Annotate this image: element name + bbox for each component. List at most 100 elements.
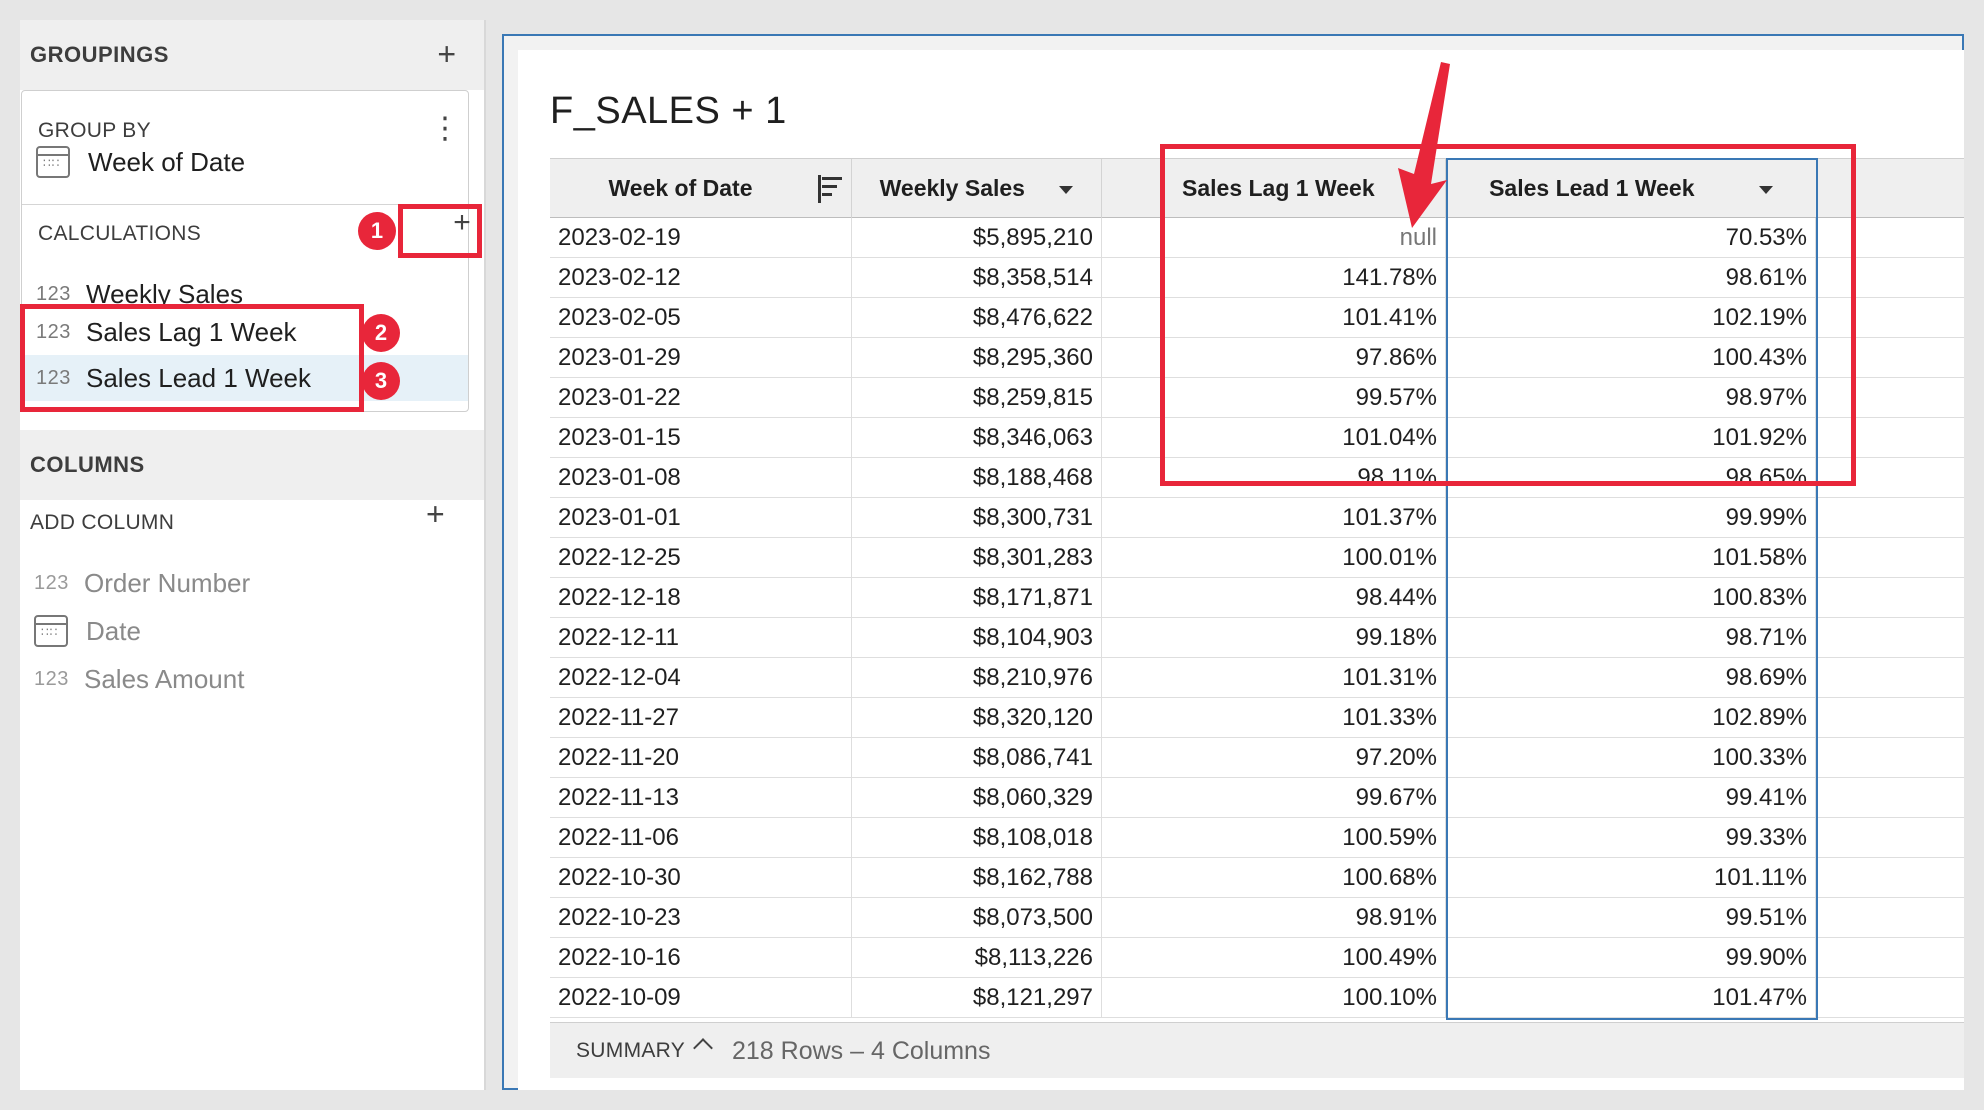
cell-week-of-date[interactable]: 2022-11-27: [550, 698, 852, 738]
cell-sales-lead[interactable]: 101.47%: [1446, 978, 1816, 1018]
number-type-icon: 123: [34, 571, 69, 594]
panel-splitter[interactable]: [484, 20, 486, 1090]
table-row[interactable]: 2022-12-11 $8,104,903 99.18% 98.71%: [550, 618, 1964, 658]
cell-weekly-sales[interactable]: $8,476,622: [852, 298, 1102, 338]
cell-weekly-sales[interactable]: $8,104,903: [852, 618, 1102, 658]
table-row[interactable]: 2022-10-23 $8,073,500 98.91% 99.51%: [550, 898, 1964, 938]
cell-weekly-sales[interactable]: $8,300,731: [852, 498, 1102, 538]
cell-sales-lag[interactable]: 100.10%: [1102, 978, 1446, 1018]
cell-week-of-date[interactable]: 2022-10-23: [550, 898, 852, 938]
column-header-week-of-date[interactable]: Week of Date: [550, 159, 852, 219]
cell-weekly-sales[interactable]: $8,171,871: [852, 578, 1102, 618]
cell-sales-lead[interactable]: 100.33%: [1446, 738, 1816, 778]
cell-week-of-date[interactable]: 2022-10-30: [550, 858, 852, 898]
cell-week-of-date[interactable]: 2023-01-08: [550, 458, 852, 498]
column-label: Order Number: [84, 567, 251, 598]
cell-weekly-sales[interactable]: $5,895,210: [852, 218, 1102, 258]
column-item-order-number[interactable]: 123 Order Number: [34, 560, 250, 606]
cell-sales-lag[interactable]: 101.37%: [1102, 498, 1446, 538]
cell-sales-lag[interactable]: 98.44%: [1102, 578, 1446, 618]
number-type-icon: 123: [34, 667, 69, 690]
add-column-button[interactable]: +: [426, 494, 445, 534]
cell-weekly-sales[interactable]: $8,108,018: [852, 818, 1102, 858]
cell-week-of-date[interactable]: 2022-11-20: [550, 738, 852, 778]
sort-icon[interactable]: [818, 175, 842, 203]
column-item-sales-amount[interactable]: 123 Sales Amount: [34, 656, 244, 702]
summary-label[interactable]: SUMMARY: [576, 1023, 685, 1079]
table-row[interactable]: 2022-11-13 $8,060,329 99.67% 99.41%: [550, 778, 1964, 818]
table-row[interactable]: 2022-12-25 $8,301,283 100.01% 101.58%: [550, 538, 1964, 578]
cell-sales-lead[interactable]: 99.41%: [1446, 778, 1816, 818]
cell-sales-lag[interactable]: 99.67%: [1102, 778, 1446, 818]
cell-week-of-date[interactable]: 2023-02-19: [550, 218, 852, 258]
group-by-item[interactable]: Week of Date: [36, 139, 245, 185]
cell-week-of-date[interactable]: 2023-02-12: [550, 258, 852, 298]
cell-week-of-date[interactable]: 2023-01-29: [550, 338, 852, 378]
groupings-add-button[interactable]: +: [437, 20, 456, 88]
table-row[interactable]: 2022-12-18 $8,171,871 98.44% 100.83%: [550, 578, 1964, 618]
cell-sales-lag[interactable]: 100.49%: [1102, 938, 1446, 978]
cell-week-of-date[interactable]: 2023-01-15: [550, 418, 852, 458]
cell-week-of-date[interactable]: 2022-10-16: [550, 938, 852, 978]
cell-sales-lag[interactable]: 101.33%: [1102, 698, 1446, 738]
annotation-box-new-calculations: [20, 304, 364, 412]
table-row[interactable]: 2022-12-04 $8,210,976 101.31% 98.69%: [550, 658, 1964, 698]
cell-weekly-sales[interactable]: $8,113,226: [852, 938, 1102, 978]
cell-week-of-date[interactable]: 2022-10-09: [550, 978, 852, 1018]
cell-sales-lead[interactable]: 98.71%: [1446, 618, 1816, 658]
cell-weekly-sales[interactable]: $8,210,976: [852, 658, 1102, 698]
cell-weekly-sales[interactable]: $8,121,297: [852, 978, 1102, 1018]
table-row[interactable]: 2022-10-09 $8,121,297 100.10% 101.47%: [550, 978, 1964, 1018]
cell-weekly-sales[interactable]: $8,320,120: [852, 698, 1102, 738]
groupings-title: GROUPINGS: [30, 42, 169, 67]
table-row[interactable]: 2022-11-27 $8,320,120 101.33% 102.89%: [550, 698, 1964, 738]
cell-weekly-sales[interactable]: $8,188,468: [852, 458, 1102, 498]
column-header-weekly-sales[interactable]: Weekly Sales: [852, 159, 1102, 219]
cell-week-of-date[interactable]: 2023-01-01: [550, 498, 852, 538]
cell-sales-lead[interactable]: 99.33%: [1446, 818, 1816, 858]
cell-weekly-sales[interactable]: $8,295,360: [852, 338, 1102, 378]
cell-weekly-sales[interactable]: $8,162,788: [852, 858, 1102, 898]
cell-sales-lead[interactable]: 99.99%: [1446, 498, 1816, 538]
cell-week-of-date[interactable]: 2023-02-05: [550, 298, 852, 338]
cell-week-of-date[interactable]: 2022-12-18: [550, 578, 852, 618]
chevron-up-icon[interactable]: [693, 1038, 713, 1058]
table-row[interactable]: 2022-10-30 $8,162,788 100.68% 101.11%: [550, 858, 1964, 898]
cell-week-of-date[interactable]: 2022-11-06: [550, 818, 852, 858]
cell-weekly-sales[interactable]: $8,259,815: [852, 378, 1102, 418]
cell-weekly-sales[interactable]: $8,301,283: [852, 538, 1102, 578]
cell-sales-lead[interactable]: 100.83%: [1446, 578, 1816, 618]
columns-title: COLUMNS: [30, 452, 145, 477]
cell-weekly-sales[interactable]: $8,358,514: [852, 258, 1102, 298]
cell-sales-lead[interactable]: 98.69%: [1446, 658, 1816, 698]
cell-sales-lead[interactable]: 101.58%: [1446, 538, 1816, 578]
cell-week-of-date[interactable]: 2022-11-13: [550, 778, 852, 818]
cell-sales-lag[interactable]: 98.91%: [1102, 898, 1446, 938]
table-row[interactable]: 2022-11-06 $8,108,018 100.59% 99.33%: [550, 818, 1964, 858]
annotation-box-lag-lead-columns: [1160, 144, 1856, 486]
cell-week-of-date[interactable]: 2023-01-22: [550, 378, 852, 418]
cell-weekly-sales[interactable]: $8,060,329: [852, 778, 1102, 818]
cell-week-of-date[interactable]: 2022-12-25: [550, 538, 852, 578]
table-row[interactable]: 2022-11-20 $8,086,741 97.20% 100.33%: [550, 738, 1964, 778]
cell-sales-lag[interactable]: 100.01%: [1102, 538, 1446, 578]
cell-sales-lead[interactable]: 99.90%: [1446, 938, 1816, 978]
table-row[interactable]: 2023-01-01 $8,300,731 101.37% 99.99%: [550, 498, 1964, 538]
cell-sales-lead[interactable]: 102.89%: [1446, 698, 1816, 738]
cell-weekly-sales[interactable]: $8,346,063: [852, 418, 1102, 458]
cell-week-of-date[interactable]: 2022-12-04: [550, 658, 852, 698]
cell-week-of-date[interactable]: 2022-12-11: [550, 618, 852, 658]
cell-sales-lag[interactable]: 100.68%: [1102, 858, 1446, 898]
table-row[interactable]: 2022-10-16 $8,113,226 100.49% 99.90%: [550, 938, 1964, 978]
cell-weekly-sales[interactable]: $8,086,741: [852, 738, 1102, 778]
cell-weekly-sales[interactable]: $8,073,500: [852, 898, 1102, 938]
group-menu-icon[interactable]: ⋮: [430, 109, 460, 149]
cell-sales-lag[interactable]: 101.31%: [1102, 658, 1446, 698]
cell-sales-lag[interactable]: 97.20%: [1102, 738, 1446, 778]
column-item-date[interactable]: Date: [34, 608, 141, 654]
cell-sales-lead[interactable]: 99.51%: [1446, 898, 1816, 938]
cell-sales-lead[interactable]: 101.11%: [1446, 858, 1816, 898]
chevron-down-icon[interactable]: [1059, 185, 1074, 194]
cell-sales-lag[interactable]: 99.18%: [1102, 618, 1446, 658]
cell-sales-lag[interactable]: 100.59%: [1102, 818, 1446, 858]
